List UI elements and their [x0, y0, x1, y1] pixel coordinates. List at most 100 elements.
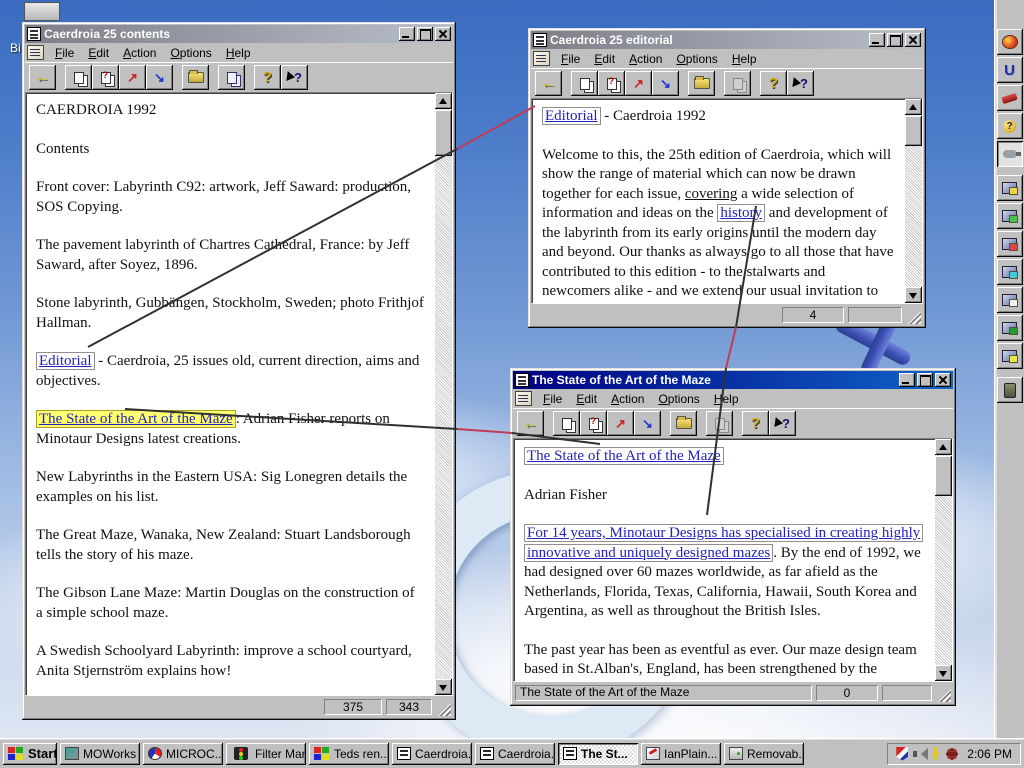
exit-button[interactable]: ← — [29, 65, 56, 90]
link-state-of-the-art[interactable]: The State of the Art of the Maze — [36, 410, 236, 428]
link-state-heading[interactable]: The State of the Art of the Maze — [524, 447, 724, 465]
maximize-button[interactable] — [917, 373, 933, 387]
jump-forward-button[interactable]: ↗ — [119, 65, 146, 90]
menu-options[interactable]: Options — [651, 390, 706, 408]
resize-grip[interactable] — [938, 689, 951, 702]
taskbar-button-microc[interactable]: MICROC... — [143, 742, 223, 765]
minimize-button[interactable] — [869, 33, 885, 47]
menu-action[interactable]: Action — [622, 50, 669, 68]
minimize-button[interactable] — [899, 373, 915, 387]
taskbar-button-ianplain[interactable]: IanPlain... — [641, 742, 721, 765]
scroll-up-button[interactable] — [905, 99, 922, 115]
menu-help[interactable]: Help — [725, 50, 764, 68]
context-help-button[interactable]: ? — [769, 411, 796, 436]
start-button[interactable]: Start — [3, 742, 57, 765]
help-button[interactable]: ? — [760, 71, 787, 96]
vertical-scrollbar[interactable] — [935, 439, 952, 681]
launcher-question-button[interactable]: ? — [996, 113, 1023, 139]
scroll-thumb[interactable] — [935, 456, 952, 496]
shield-icon[interactable] — [896, 746, 909, 761]
jump-back-button[interactable]: ↘ — [634, 411, 661, 436]
launcher-uninstall-button[interactable]: U — [996, 57, 1023, 83]
copy-page-button[interactable] — [553, 411, 580, 436]
help-button[interactable]: ? — [742, 411, 769, 436]
launcher-computer-yellow-button[interactable] — [996, 343, 1023, 369]
copy-button[interactable] — [218, 65, 245, 90]
jump-back-button[interactable]: ↘ — [146, 65, 173, 90]
flower-icon[interactable] — [946, 747, 958, 760]
taskbar-button-caerdroia-1[interactable]: Caerdroia... — [392, 742, 472, 765]
resize-grip[interactable] — [438, 703, 451, 716]
taskbar-button-the-state[interactable]: The St... — [558, 742, 638, 765]
context-help-button[interactable]: ? — [787, 71, 814, 96]
menu-file[interactable]: File — [554, 50, 587, 68]
titlebar[interactable]: The State of the Art of the Maze — [513, 371, 953, 389]
close-button[interactable] — [935, 373, 951, 387]
close-button[interactable] — [435, 27, 451, 41]
link-history[interactable]: history — [717, 204, 766, 222]
menu-options[interactable]: Options — [669, 50, 724, 68]
jump-forward-button[interactable]: ↗ — [625, 71, 652, 96]
launcher-plug-button[interactable] — [996, 141, 1023, 167]
close-button[interactable] — [905, 33, 921, 47]
maximize-button[interactable] — [887, 33, 903, 47]
minimize-button[interactable] — [399, 27, 415, 41]
menu-edit[interactable]: Edit — [569, 390, 604, 408]
resize-grip[interactable] — [908, 311, 921, 324]
annotation-page-icon[interactable] — [533, 51, 550, 66]
launcher-laptop-button[interactable] — [996, 203, 1023, 229]
annotation-page-icon[interactable] — [27, 45, 44, 60]
launcher-drive-eject-button[interactable] — [996, 287, 1023, 313]
scroll-thumb[interactable] — [435, 110, 452, 156]
copy-page-button[interactable] — [65, 65, 92, 90]
copy-page-button[interactable] — [571, 71, 598, 96]
speaker-icon[interactable] — [913, 747, 929, 760]
annotation-page-icon[interactable] — [515, 391, 532, 406]
launcher-bug-button[interactable] — [996, 29, 1023, 55]
link-editorial-heading[interactable]: Editorial — [542, 107, 601, 125]
menu-file[interactable]: File — [536, 390, 569, 408]
context-help-button[interactable]: ? — [281, 65, 308, 90]
link-editorial[interactable]: Editorial — [36, 352, 95, 370]
titlebar[interactable]: Caerdroia 25 editorial — [531, 31, 923, 49]
scroll-thumb[interactable] — [905, 116, 922, 146]
paste-page-button[interactable] — [580, 411, 607, 436]
menu-action[interactable]: Action — [604, 390, 651, 408]
titlebar[interactable]: Caerdroia 25 contents — [25, 25, 453, 43]
launcher-stapler-button[interactable] — [996, 85, 1023, 111]
taskbar-button-moworks[interactable]: MOWorks — [60, 742, 140, 765]
scroll-down-button[interactable] — [435, 679, 452, 695]
menu-edit[interactable]: Edit — [81, 44, 116, 62]
open-button[interactable] — [182, 65, 209, 90]
taskbar-button-caerdroia-2[interactable]: Caerdroia... — [475, 742, 555, 765]
launcher-printer-button[interactable] — [996, 231, 1023, 257]
person-icon[interactable] — [930, 746, 941, 761]
scroll-down-button[interactable] — [935, 665, 952, 681]
jump-back-button[interactable]: ↘ — [652, 71, 679, 96]
maximize-button[interactable] — [417, 27, 433, 41]
menu-help[interactable]: Help — [707, 390, 746, 408]
menu-edit[interactable]: Edit — [587, 50, 622, 68]
help-button[interactable]: ? — [254, 65, 281, 90]
exit-button[interactable]: ← — [517, 411, 544, 436]
menu-action[interactable]: Action — [116, 44, 163, 62]
vertical-scrollbar[interactable] — [905, 99, 922, 303]
hotword-covering[interactable]: covering — [685, 186, 737, 202]
menu-file[interactable]: File — [48, 44, 81, 62]
launcher-handheld-button[interactable] — [996, 377, 1023, 403]
scroll-up-button[interactable] — [935, 439, 952, 455]
launcher-monitor-cd-button[interactable] — [996, 259, 1023, 285]
paste-page-button[interactable] — [92, 65, 119, 90]
desktop-icon-partial[interactable] — [24, 2, 60, 21]
open-button[interactable] — [688, 71, 715, 96]
taskbar-button-teds[interactable]: Teds ren... — [309, 742, 389, 765]
launcher-computer-dollar-button[interactable] — [996, 175, 1023, 201]
scroll-down-button[interactable] — [905, 287, 922, 303]
vertical-scrollbar[interactable] — [435, 93, 452, 695]
menu-options[interactable]: Options — [163, 44, 218, 62]
paste-page-button[interactable] — [598, 71, 625, 96]
menu-help[interactable]: Help — [219, 44, 258, 62]
taskbar-button-filter-manager[interactable]: Filter Man... — [226, 742, 306, 765]
scroll-up-button[interactable] — [435, 93, 452, 109]
open-button[interactable] — [670, 411, 697, 436]
